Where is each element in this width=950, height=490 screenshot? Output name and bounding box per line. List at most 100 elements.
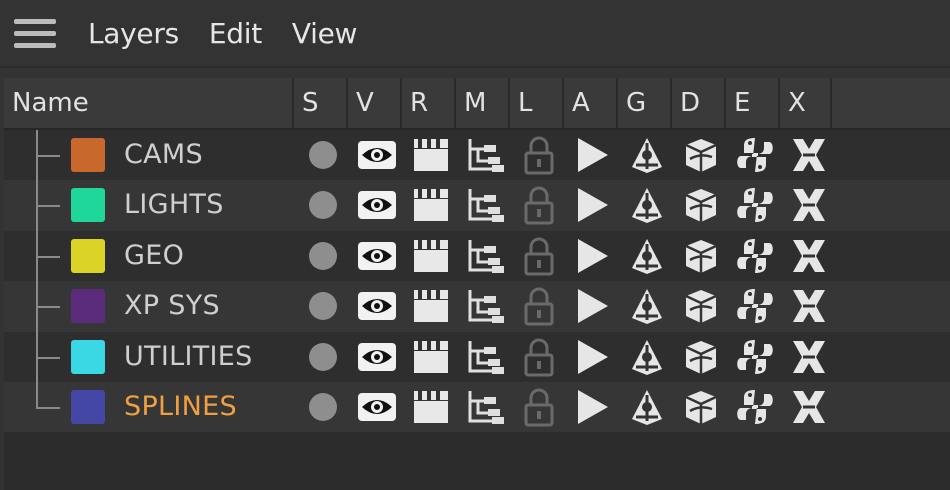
solo-dot-icon[interactable] [302, 185, 344, 225]
layer-color-swatch[interactable] [71, 389, 105, 424]
layer-row-xp-sys[interactable]: XP SYS [4, 281, 950, 332]
solo-dot-icon[interactable] [302, 286, 344, 326]
eye-icon[interactable] [356, 185, 398, 225]
column-d[interactable]: D [672, 78, 726, 128]
layer-manager-panel: Name S V R M L A G D E X CAMS LIGHTS GEO… [4, 78, 950, 490]
solo-dot-icon[interactable] [302, 135, 344, 175]
deformer-cube-icon[interactable] [680, 286, 722, 326]
lock-icon[interactable] [518, 387, 560, 427]
generator-icon[interactable] [626, 135, 668, 175]
tree-branch [36, 406, 60, 409]
hierarchy-icon[interactable] [464, 337, 506, 377]
xpresso-icon[interactable] [788, 387, 830, 427]
xpresso-icon[interactable] [788, 236, 830, 276]
play-icon[interactable] [572, 286, 614, 326]
layer-row-cams[interactable]: CAMS [4, 130, 950, 181]
python-icon[interactable] [734, 236, 776, 276]
hierarchy-icon[interactable] [464, 286, 506, 326]
column-a[interactable]: A [564, 78, 618, 128]
generator-icon[interactable] [626, 286, 668, 326]
clapperboard-icon[interactable] [410, 286, 452, 326]
column-name[interactable]: Name [4, 78, 294, 128]
clapperboard-icon[interactable] [410, 236, 452, 276]
tree-branch [36, 155, 60, 157]
lock-icon[interactable] [518, 185, 560, 225]
column-v[interactable]: V [348, 78, 402, 128]
deformer-cube-icon[interactable] [680, 236, 722, 276]
generator-icon[interactable] [626, 387, 668, 427]
lock-icon[interactable] [518, 286, 560, 326]
layer-name[interactable]: CAMS [124, 130, 203, 180]
hierarchy-icon[interactable] [464, 387, 506, 427]
hierarchy-icon[interactable] [464, 236, 506, 276]
lock-icon[interactable] [518, 135, 560, 175]
hamburger-menu-icon[interactable] [14, 13, 58, 53]
column-header: Name S V R M L A G D E X [4, 78, 950, 130]
tree-branch [36, 255, 60, 258]
layer-row-utilities[interactable]: UTILITIES [4, 331, 950, 382]
column-r[interactable]: R [402, 78, 456, 128]
column-g[interactable]: G [618, 78, 672, 128]
tree-line [36, 130, 38, 408]
column-e[interactable]: E [726, 78, 780, 128]
layer-name[interactable]: XP SYS [124, 281, 220, 331]
lock-icon[interactable] [518, 337, 560, 377]
menu-edit[interactable]: Edit [209, 17, 262, 50]
deformer-cube-icon[interactable] [680, 185, 722, 225]
solo-dot-icon[interactable] [302, 387, 344, 427]
xpresso-icon[interactable] [788, 337, 830, 377]
play-icon[interactable] [572, 185, 614, 225]
layer-color-swatch[interactable] [71, 138, 105, 172]
deformer-cube-icon[interactable] [680, 337, 722, 377]
eye-icon[interactable] [356, 387, 398, 427]
play-icon[interactable] [572, 236, 614, 276]
clapperboard-icon[interactable] [410, 135, 452, 175]
layer-row-geo[interactable]: GEO [4, 230, 950, 282]
python-icon[interactable] [734, 387, 776, 427]
python-icon[interactable] [734, 337, 776, 377]
lock-icon[interactable] [518, 236, 560, 276]
menu-view[interactable]: View [292, 17, 358, 50]
column-s[interactable]: S [294, 78, 348, 128]
column-x[interactable]: X [780, 78, 832, 128]
generator-icon[interactable] [626, 185, 668, 225]
layer-row-lights[interactable]: LIGHTS [4, 180, 950, 231]
solo-dot-icon[interactable] [302, 337, 344, 377]
play-icon[interactable] [572, 337, 614, 377]
column-m[interactable]: M [456, 78, 510, 128]
eye-icon[interactable] [356, 286, 398, 326]
play-icon[interactable] [572, 387, 614, 427]
layer-row-splines[interactable]: SPLINES [4, 381, 950, 433]
tree-branch [36, 205, 60, 208]
layer-color-swatch[interactable] [71, 188, 105, 223]
xpresso-icon[interactable] [788, 135, 830, 175]
clapperboard-icon[interactable] [410, 387, 452, 427]
eye-icon[interactable] [356, 236, 398, 276]
column-l[interactable]: L [510, 78, 564, 128]
menu-layers[interactable]: Layers [88, 17, 179, 50]
play-icon[interactable] [572, 135, 614, 175]
layer-color-swatch[interactable] [71, 238, 105, 273]
generator-icon[interactable] [626, 236, 668, 276]
layer-name[interactable]: LIGHTS [124, 180, 224, 230]
xpresso-icon[interactable] [788, 286, 830, 326]
python-icon[interactable] [734, 135, 776, 175]
deformer-cube-icon[interactable] [680, 387, 722, 427]
eye-icon[interactable] [356, 135, 398, 175]
xpresso-icon[interactable] [788, 185, 830, 225]
layer-name[interactable]: GEO [124, 231, 184, 281]
layer-color-swatch[interactable] [71, 289, 105, 324]
hierarchy-icon[interactable] [464, 185, 506, 225]
clapperboard-icon[interactable] [410, 337, 452, 377]
eye-icon[interactable] [356, 337, 398, 377]
clapperboard-icon[interactable] [410, 185, 452, 225]
layer-name[interactable]: SPLINES [124, 382, 237, 432]
deformer-cube-icon[interactable] [680, 135, 722, 175]
layer-color-swatch[interactable] [71, 339, 105, 374]
python-icon[interactable] [734, 185, 776, 225]
layer-name[interactable]: UTILITIES [124, 332, 253, 382]
solo-dot-icon[interactable] [302, 236, 344, 276]
python-icon[interactable] [734, 286, 776, 326]
hierarchy-icon[interactable] [464, 135, 506, 175]
generator-icon[interactable] [626, 337, 668, 377]
